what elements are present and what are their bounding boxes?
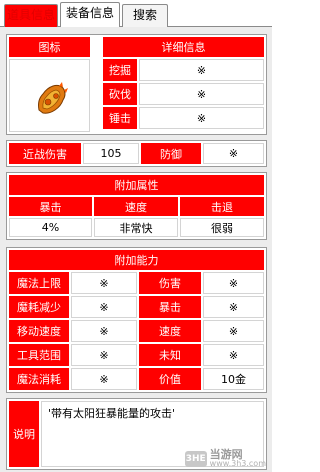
details-value-hammer: ※	[139, 107, 264, 129]
description-label: 说明	[9, 401, 39, 467]
tab-item-info[interactable]: 道具信息	[4, 4, 58, 27]
bonus-header-crit: 暴击	[9, 197, 92, 216]
bonus-value-crit: 4%	[9, 218, 92, 237]
details-label-dig: 挖掘	[103, 59, 137, 81]
details-label-chop: 砍伐	[103, 83, 137, 105]
ability-label: 价值	[139, 368, 201, 390]
details-value-dig: ※	[139, 59, 264, 81]
icon-header: 图标	[9, 37, 90, 57]
ability-label: 速度	[139, 320, 201, 342]
defense-value: ※	[203, 143, 264, 164]
ability-value: ※	[203, 344, 264, 366]
flame-glove-icon	[38, 82, 68, 114]
ability-value: ※	[71, 344, 137, 366]
equipment-panel: 图标 详细信息 挖掘 ※ 砍伐 ※ 锤击 ※ 近战伤害 105 防御 ※ 附加属…	[0, 27, 272, 472]
tab-equipment-info[interactable]: 装备信息	[60, 2, 120, 28]
site-watermark: 3HE 当游网 www.3h3.com	[184, 449, 266, 468]
abilities-panel: 附加能力 魔法上限 ※ 伤害 ※ 魔耗减少 ※ 暴击 ※ 移动速度 ※ 速度 ※…	[6, 247, 267, 393]
details-value-chop: ※	[139, 83, 264, 105]
ability-value: ※	[71, 368, 137, 390]
bonus-header-knockback: 击退	[180, 197, 264, 216]
details-label-hammer: 锤击	[103, 107, 137, 129]
ability-value: 10金	[203, 368, 264, 390]
defense-label: 防御	[141, 143, 201, 164]
combat-stats-panel: 近战伤害 105 防御 ※	[6, 140, 267, 167]
ability-label: 魔耗减少	[9, 296, 69, 318]
ability-label: 未知	[139, 344, 201, 366]
ability-label: 暴击	[139, 296, 201, 318]
details-header: 详细信息	[103, 37, 264, 57]
item-overview-panel: 图标 详细信息 挖掘 ※ 砍伐 ※ 锤击 ※	[6, 34, 267, 135]
ability-value: ※	[203, 296, 264, 318]
ability-value: ※	[71, 272, 137, 294]
ability-value: ※	[203, 320, 264, 342]
ability-label: 伤害	[139, 272, 201, 294]
ability-value: ※	[71, 296, 137, 318]
ability-label: 魔法上限	[9, 272, 69, 294]
melee-damage-value: 105	[83, 143, 139, 164]
ability-value: ※	[71, 320, 137, 342]
ability-label: 移动速度	[9, 320, 69, 342]
bonus-value-speed: 非常快	[94, 218, 178, 237]
ability-label: 魔法消耗	[9, 368, 69, 390]
ability-label: 工具范围	[9, 344, 69, 366]
abilities-title: 附加能力	[9, 250, 264, 270]
bonus-title: 附加属性	[9, 175, 264, 195]
bonus-attributes-panel: 附加属性 暴击 速度 击退 4% 非常快 很弱	[6, 172, 267, 240]
site-logo: 3HE	[184, 450, 207, 467]
ability-value: ※	[203, 272, 264, 294]
tab-search[interactable]: 搜索	[122, 4, 168, 27]
site-url: www.3h3.com	[209, 459, 266, 468]
melee-damage-label: 近战伤害	[9, 143, 81, 164]
tab-bar: 道具信息 装备信息 搜索	[0, 0, 272, 28]
bonus-header-speed: 速度	[94, 197, 178, 216]
bonus-value-knockback: 很弱	[180, 218, 264, 237]
